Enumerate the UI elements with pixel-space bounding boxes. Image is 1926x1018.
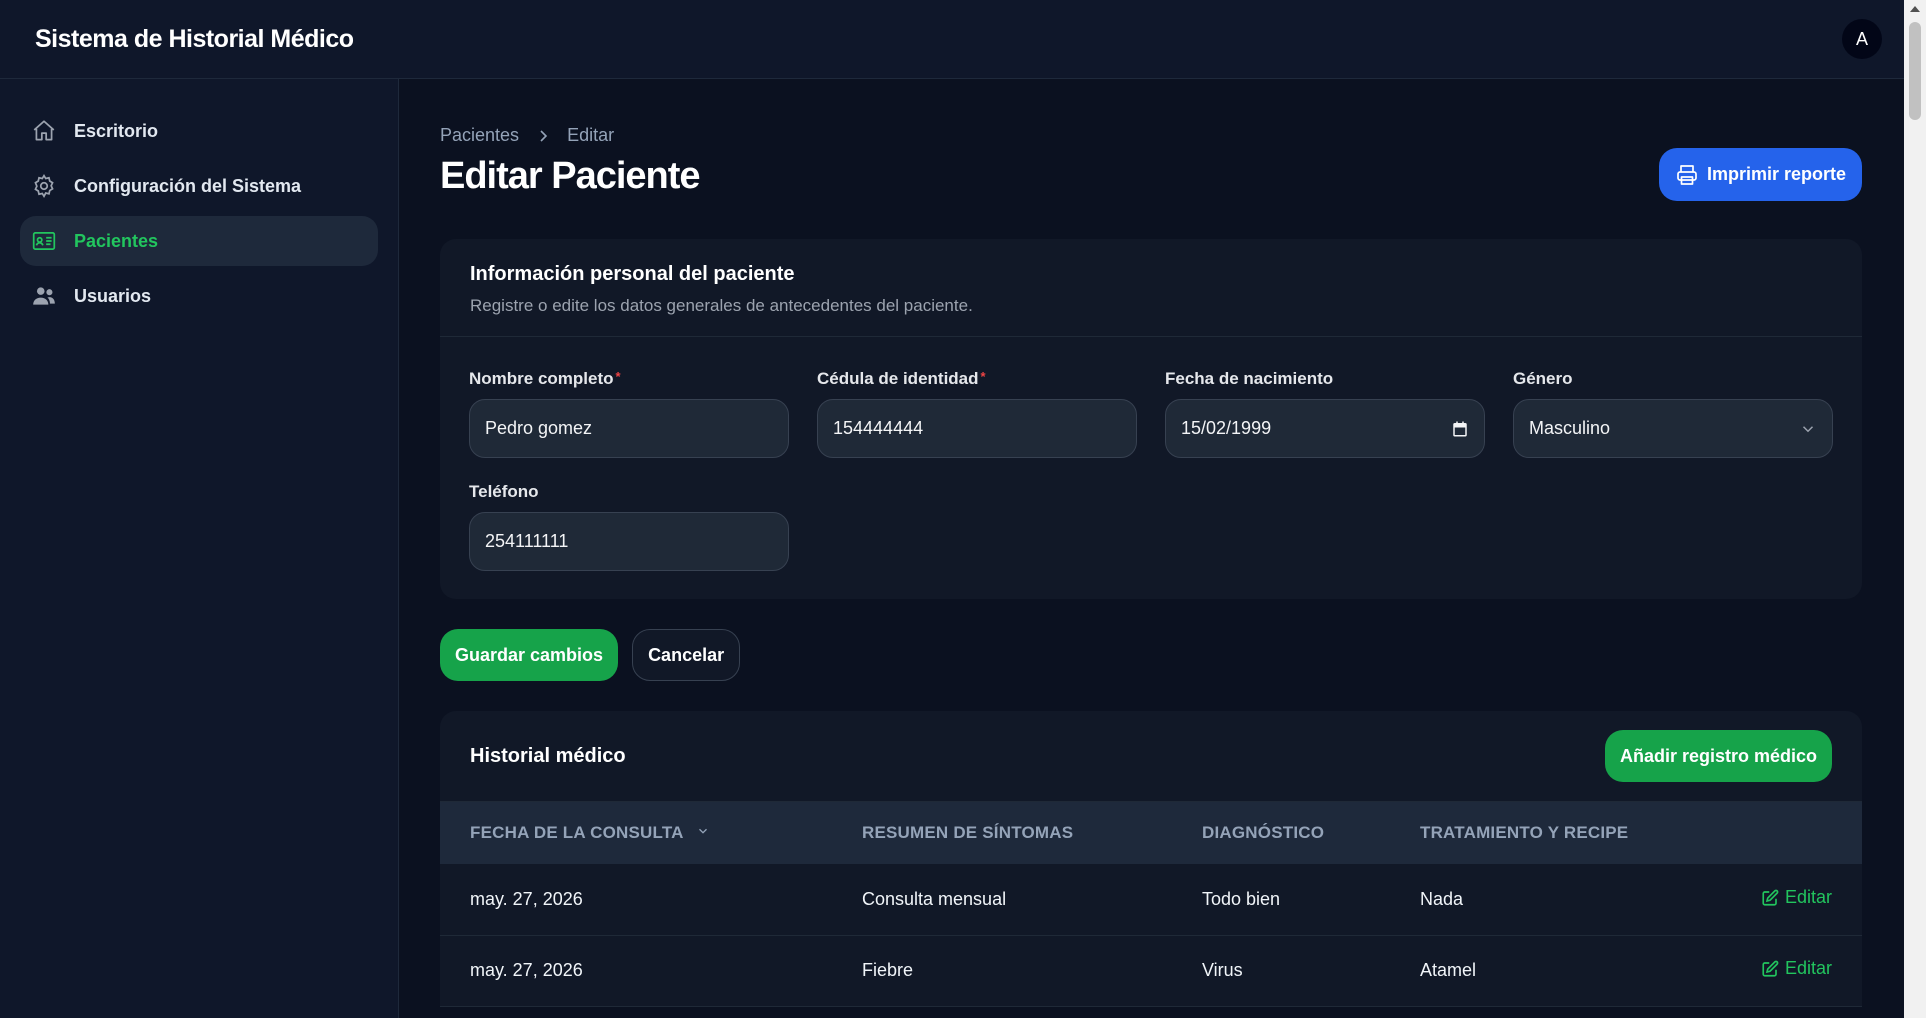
scrollbar-thumb[interactable] bbox=[1909, 22, 1921, 120]
edit-record-link[interactable]: Editar bbox=[1761, 958, 1832, 979]
table-row: may. 27, 2026 Fiebre Virus Atamel Editar bbox=[440, 935, 1862, 1007]
breadcrumb-parent[interactable]: Pacientes bbox=[440, 125, 519, 146]
sidebar-item-label: Configuración del Sistema bbox=[74, 175, 302, 196]
phone-field-group: Teléfono 254111111 bbox=[469, 482, 789, 571]
sidebar-item-label: Usuarios bbox=[74, 285, 152, 306]
sidebar-item-label: Pacientes bbox=[74, 230, 159, 251]
sidebar: Escritorio Configuración del Sistema Pac… bbox=[0, 79, 399, 1018]
name-field-group: Nombre completo * Pedro gomez bbox=[469, 369, 789, 458]
personal-info-subtitle: Registre o edite los datos generales de … bbox=[470, 296, 973, 315]
cancel-button[interactable]: Cancelar bbox=[632, 629, 741, 681]
breadcrumb-current: Editar bbox=[567, 125, 615, 145]
personal-info-title: Información personal del paciente bbox=[470, 263, 795, 285]
page-title: Editar Paciente bbox=[440, 155, 701, 197]
required-asterisk: * bbox=[980, 369, 986, 384]
users-icon bbox=[30, 282, 58, 310]
medical-history-table: Fecha de la consulta Resumen de síntomas… bbox=[440, 802, 1862, 1007]
cell-actions: Editar bbox=[1707, 864, 1862, 936]
cell-date: may. 27, 2026 bbox=[440, 864, 832, 936]
sidebar-item-configuracion[interactable]: Configuración del Sistema bbox=[20, 161, 378, 211]
sidebar-item-usuarios[interactable]: Usuarios bbox=[20, 271, 378, 321]
cell-symptoms: Fiebre bbox=[832, 935, 1172, 1007]
chevron-right-icon bbox=[537, 129, 549, 143]
edit-icon bbox=[1762, 889, 1779, 906]
page-header: Editar Paciente Imprimir reporte bbox=[440, 148, 1862, 201]
calendar-icon[interactable] bbox=[1451, 420, 1469, 438]
edit-record-link[interactable]: Editar bbox=[1761, 887, 1832, 908]
app-title: Sistema de Historial Médico bbox=[35, 24, 354, 53]
page-scrollbar[interactable] bbox=[1904, 0, 1926, 1018]
gender-select[interactable]: Masculino bbox=[1513, 399, 1833, 458]
column-header-diagnosis: Diagnóstico bbox=[1172, 802, 1390, 864]
medical-history-card: Historial médico Añadir registro médico … bbox=[440, 711, 1862, 1007]
phone-label: Teléfono bbox=[469, 482, 539, 501]
phone-input[interactable]: 254111111 bbox=[469, 512, 789, 571]
gender-label: Género bbox=[1513, 369, 1573, 388]
column-header-date[interactable]: Fecha de la consulta bbox=[440, 802, 832, 864]
name-label: Nombre completo * bbox=[469, 369, 621, 388]
birth-label: Fecha de nacimiento bbox=[1165, 369, 1334, 388]
save-button[interactable]: Guardar cambios bbox=[440, 629, 619, 681]
cell-treatment: Nada bbox=[1390, 864, 1708, 936]
gender-field-group: Género Masculino bbox=[1513, 369, 1833, 458]
sort-chevron-icon bbox=[696, 823, 710, 843]
birth-date-input[interactable]: 15/02/1999 bbox=[1165, 399, 1485, 458]
print-report-button[interactable]: Imprimir reporte bbox=[1658, 148, 1862, 201]
sidebar-item-pacientes[interactable]: Pacientes bbox=[20, 216, 378, 266]
edit-icon bbox=[1762, 960, 1779, 977]
birth-field-group: Fecha de nacimiento 15/02/1999 bbox=[1165, 369, 1485, 458]
cell-date: may. 27, 2026 bbox=[440, 935, 832, 1007]
medical-history-header: Historial médico Añadir registro médico bbox=[440, 711, 1862, 802]
gear-icon bbox=[30, 172, 58, 200]
breadcrumb: Pacientes Editar bbox=[440, 125, 1862, 146]
id-label: Cédula de identidad * bbox=[817, 369, 986, 388]
column-header-actions bbox=[1707, 802, 1862, 864]
personal-info-header: Información personal del paciente Regist… bbox=[440, 239, 1862, 337]
table-row: may. 27, 2026 Consulta mensual Todo bien… bbox=[440, 864, 1862, 936]
sidebar-item-label: Escritorio bbox=[74, 120, 159, 141]
printer-icon bbox=[1677, 164, 1697, 185]
personal-info-form: Nombre completo * Pedro gomez Cédula de i… bbox=[440, 337, 1862, 599]
cell-treatment: Atamel bbox=[1390, 935, 1708, 1007]
home-icon bbox=[30, 117, 58, 145]
medical-history-title: Historial médico bbox=[470, 744, 626, 767]
top-bar: Sistema de Historial Médico A bbox=[0, 0, 1904, 79]
sidebar-item-escritorio[interactable]: Escritorio bbox=[20, 106, 378, 156]
id-number-input[interactable]: 154444444 bbox=[817, 399, 1137, 458]
column-header-treatment: Tratamiento y recipe bbox=[1390, 802, 1708, 864]
name-input[interactable]: Pedro gomez bbox=[469, 399, 789, 458]
required-asterisk: * bbox=[615, 369, 621, 384]
column-header-symptoms: Resumen de síntomas bbox=[832, 802, 1172, 864]
chevron-down-icon bbox=[1802, 425, 1814, 432]
cell-actions: Editar bbox=[1707, 935, 1862, 1007]
add-medical-record-button[interactable]: Añadir registro médico bbox=[1604, 730, 1832, 782]
personal-info-card: Información personal del paciente Regist… bbox=[440, 239, 1862, 599]
id-field-group: Cédula de identidad * 154444444 bbox=[817, 369, 1137, 458]
form-actions: Guardar cambios Cancelar bbox=[440, 629, 1862, 681]
id-card-icon bbox=[30, 227, 58, 255]
scroll-up-icon[interactable] bbox=[1910, 6, 1920, 12]
cell-symptoms: Consulta mensual bbox=[832, 864, 1172, 936]
main-content: Pacientes Editar Editar Paciente Imprimi… bbox=[440, 79, 1862, 1007]
print-report-label: Imprimir reporte bbox=[1706, 164, 1846, 184]
table-header-row: Fecha de la consulta Resumen de síntomas… bbox=[440, 802, 1862, 864]
avatar[interactable]: A bbox=[1842, 19, 1882, 59]
cell-diagnosis: Todo bien bbox=[1172, 864, 1390, 936]
cell-diagnosis: Virus bbox=[1172, 935, 1390, 1007]
